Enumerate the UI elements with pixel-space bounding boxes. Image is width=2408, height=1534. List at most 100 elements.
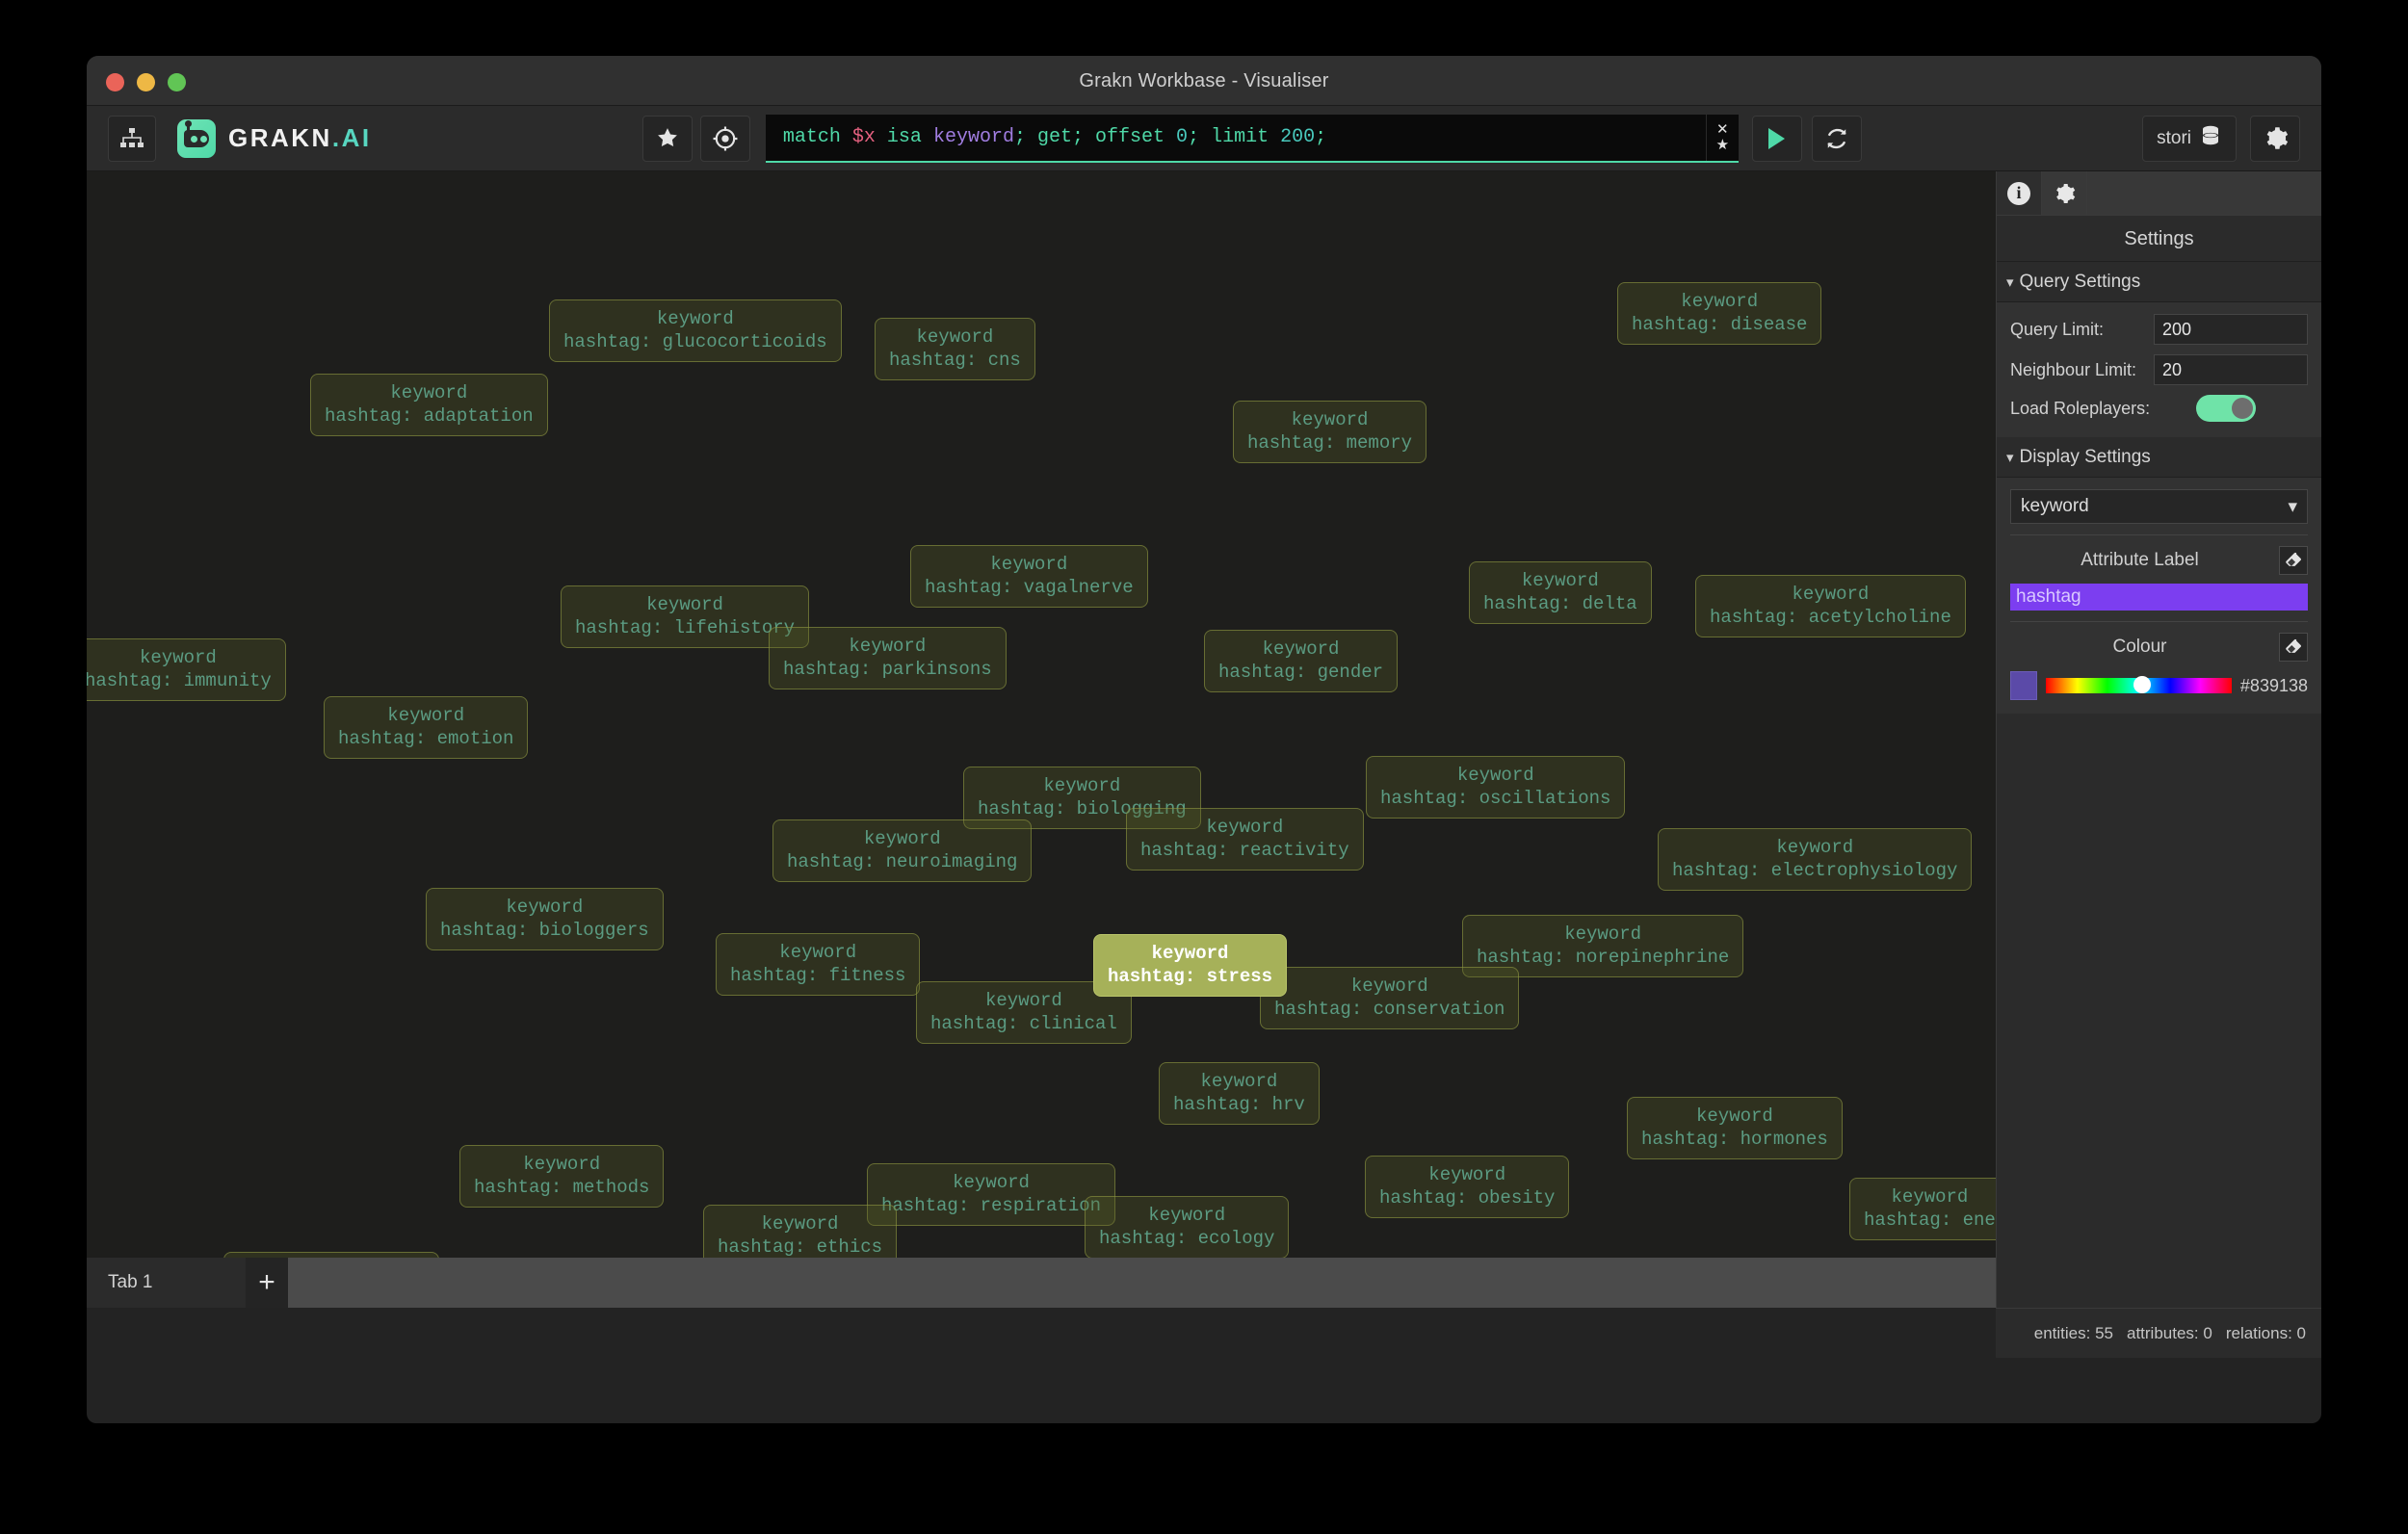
- node-type-label: keyword: [1148, 1205, 1226, 1226]
- graph-node[interactable]: keyword hashtag: fitness: [716, 933, 921, 996]
- graph-node[interactable]: keyword hashtag: oscillations: [1366, 756, 1626, 819]
- graph-node[interactable]: keyword hashtag: respiration: [867, 1163, 1116, 1226]
- panel-tab-filler: [2087, 171, 2321, 215]
- panel-tab-info[interactable]: i: [1997, 171, 2042, 215]
- clear-query-icon[interactable]: ✕: [1716, 121, 1729, 138]
- panel-tab-settings[interactable]: [2042, 171, 2087, 215]
- graph-node[interactable]: keyword hashtag: obesity: [1365, 1156, 1570, 1218]
- node-type-label: keyword: [863, 828, 941, 849]
- eraser-icon[interactable]: [2279, 546, 2308, 575]
- info-icon: i: [2007, 181, 2030, 205]
- node-attribute-label: hashtag: reactivity: [1140, 840, 1349, 862]
- hue-slider-handle[interactable]: [2133, 676, 2152, 693]
- node-attribute-label: hashtag: conservation: [1274, 999, 1505, 1021]
- node-attribute-label: hashtag: obesity: [1379, 1187, 1556, 1209]
- node-attribute-label: hashtag: ethics: [718, 1236, 883, 1259]
- node-attribute-label: hashtag: hrv: [1173, 1094, 1305, 1116]
- status-entities: entities: 55: [2033, 1323, 2113, 1342]
- query-text[interactable]: match $x isa keyword; get; offset 0; lim…: [766, 126, 1706, 148]
- graph-node[interactable]: keyword hashtag: electrophysiology: [1658, 828, 1973, 891]
- load-roleplayers-toggle[interactable]: [2196, 395, 2256, 422]
- graph-node[interactable]: keyword hashtag: acetylcholine: [1695, 575, 1966, 637]
- node-attribute-label: hashtag: parkinsons: [783, 659, 992, 681]
- colour-swatch[interactable]: [2010, 671, 2037, 700]
- graph-node[interactable]: keyword hashtag: methods: [459, 1145, 665, 1208]
- node-attribute-label: hashtag: fitness: [730, 965, 906, 987]
- gear-icon[interactable]: [2250, 115, 2301, 162]
- query-limit-input[interactable]: [2154, 314, 2308, 345]
- node-type-label: keyword: [1564, 923, 1642, 945]
- graph-node[interactable]: keyword hashtag: biologgers: [426, 888, 664, 950]
- node-type-label: keyword: [1151, 943, 1229, 964]
- bottom-strip: [87, 1308, 1996, 1358]
- graph-canvas[interactable]: keyword hashtag: glucocorticoids keyword ha…: [87, 171, 1996, 1308]
- eraser-icon[interactable]: [2279, 633, 2308, 662]
- type-select[interactable]: keyword ▾: [2010, 489, 2308, 524]
- graph-node[interactable]: keyword hashtag: conservation: [1260, 967, 1520, 1029]
- target-icon[interactable]: [699, 115, 750, 162]
- node-type-label: keyword: [1521, 570, 1599, 591]
- node-type-label: keyword: [761, 1213, 839, 1235]
- attribute-chip[interactable]: hashtag: [2010, 584, 2308, 611]
- query-settings-header[interactable]: ▾ Query Settings: [1997, 262, 2321, 302]
- status-bar: entities: 55 attributes: 0 relations: 0: [1996, 1308, 2321, 1358]
- graph-node[interactable]: keyword hashtag: gender: [1204, 630, 1399, 692]
- neighbour-limit-input[interactable]: [2154, 354, 2308, 385]
- graph-node[interactable]: keyword hashtag: parkinsons: [769, 627, 1007, 689]
- add-tab-button[interactable]: +: [246, 1258, 288, 1308]
- node-type-label: keyword: [916, 326, 994, 348]
- graph-node[interactable]: keyword hashtag: hrv: [1159, 1062, 1320, 1125]
- graph-node[interactable]: keyword hashtag: ecology: [1085, 1196, 1290, 1259]
- node-type-label: keyword: [1262, 638, 1340, 660]
- grakn-robot-icon: [177, 118, 216, 158]
- divider: [2010, 621, 2308, 622]
- node-attribute-label: hashtag: cns: [889, 350, 1021, 372]
- brand-suffix: .AI: [331, 123, 372, 152]
- hue-slider[interactable]: [2046, 676, 2232, 693]
- keyspace-selector[interactable]: stori: [2142, 115, 2238, 162]
- graph-node[interactable]: keyword hashtag: delta: [1469, 561, 1652, 624]
- node-type-label: keyword: [1456, 765, 1534, 786]
- save-query-star-icon[interactable]: ★: [1716, 137, 1729, 153]
- tab-1-label: Tab 1: [108, 1272, 153, 1292]
- graph-node[interactable]: keyword hashtag: vagalnerve: [910, 545, 1148, 608]
- tab-1[interactable]: Tab 1: [87, 1258, 246, 1308]
- display-settings-header[interactable]: ▾ Display Settings: [1997, 437, 2321, 478]
- query-input[interactable]: match $x isa keyword; get; offset 0; lim…: [765, 114, 1739, 163]
- node-attribute-label: hashtag: acetylcholine: [1710, 607, 1951, 629]
- brand-logo: GRAKN.AI: [177, 118, 372, 158]
- colour-picker-row: #839138: [2010, 671, 2308, 700]
- attribute-label-header: Attribute Label: [2010, 546, 2308, 575]
- graph-node[interactable]: keyword hashtag: stress: [1093, 934, 1288, 997]
- display-settings-title: Display Settings: [2019, 446, 2151, 467]
- graph-node[interactable]: keyword hashtag: immunity: [87, 638, 286, 701]
- node-attribute-label: hashtag: lifehistory: [575, 617, 796, 639]
- graph-node[interactable]: keyword hashtag: ene: [1849, 1178, 1996, 1240]
- graph-node[interactable]: keyword hashtag: emotion: [324, 696, 529, 759]
- node-attribute-label: hashtag: stress: [1108, 966, 1273, 988]
- graph-node[interactable]: keyword hashtag: reactivity: [1126, 808, 1364, 871]
- load-roleplayers-label: Load Roleplayers:: [2010, 398, 2151, 418]
- node-type-label: keyword: [646, 594, 723, 615]
- refresh-icon[interactable]: [1811, 115, 1862, 162]
- chevron-down-icon: ▾: [2006, 449, 2014, 466]
- node-attribute-label: hashtag: adaptation: [325, 405, 534, 428]
- run-query-button[interactable]: [1751, 115, 1802, 162]
- graph-node[interactable]: keyword hashtag: glucocorticoids: [549, 299, 842, 362]
- node-attribute-label: hashtag: oscillations: [1380, 788, 1611, 810]
- graph-node[interactable]: keyword hashtag: neuroimaging: [772, 819, 1033, 882]
- graph-node[interactable]: keyword hashtag: adaptation: [310, 374, 548, 436]
- graph-hierarchy-icon[interactable]: [108, 115, 156, 162]
- tab-strip: Tab 1 +: [87, 1258, 1996, 1308]
- panel-tab-bar: i: [1997, 171, 2321, 216]
- graph-node[interactable]: keyword hashtag: memory: [1233, 401, 1427, 463]
- chevron-down-icon: ▾: [2288, 496, 2297, 517]
- graph-node[interactable]: keyword hashtag: hormones: [1627, 1097, 1843, 1159]
- window-title: Grakn Workbase - Visualiser: [1079, 70, 1329, 91]
- graph-node[interactable]: keyword hashtag: disease: [1617, 282, 1822, 345]
- star-icon[interactable]: [641, 115, 693, 162]
- divider: [2010, 534, 2308, 535]
- graph-node[interactable]: keyword hashtag: cns: [875, 318, 1035, 380]
- node-type-label: keyword: [523, 1154, 601, 1175]
- attribute-label-title: Attribute Label: [2081, 550, 2199, 570]
